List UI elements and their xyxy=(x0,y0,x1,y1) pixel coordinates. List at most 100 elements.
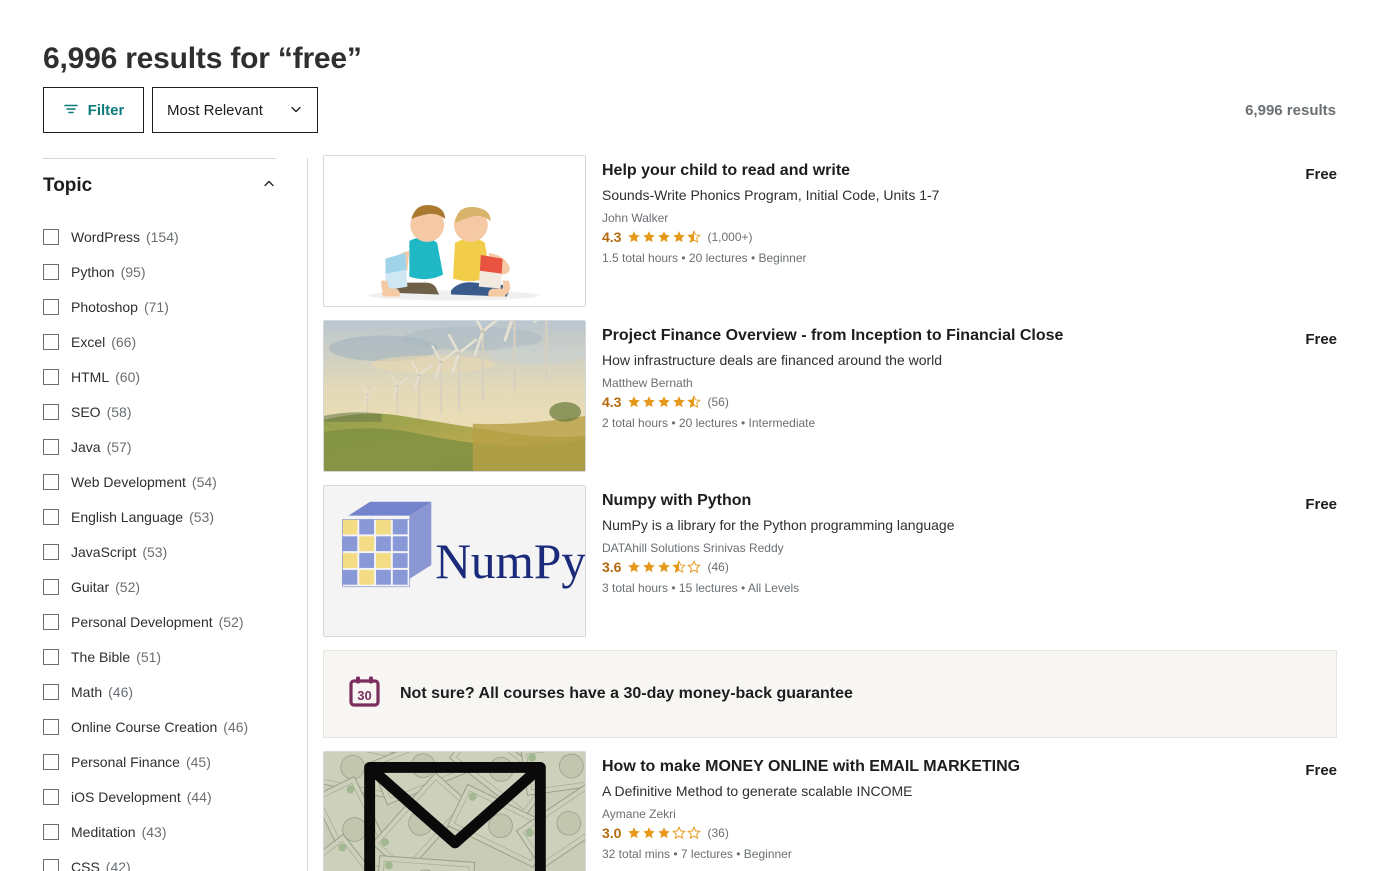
topic-filter-item[interactable]: Python (95) xyxy=(43,254,297,289)
topic-filter-item[interactable]: Personal Finance (45) xyxy=(43,744,297,779)
course-thumbnail[interactable] xyxy=(323,751,586,871)
rating-count: (46) xyxy=(707,560,729,575)
rating-value: 3.6 xyxy=(602,559,622,576)
topic-checkbox[interactable] xyxy=(43,473,59,490)
topic-filter-item[interactable]: CSS (42) xyxy=(43,849,297,871)
topic-checkbox[interactable] xyxy=(43,403,59,420)
topic-checkbox[interactable] xyxy=(43,578,59,595)
rating-count: (1,000+) xyxy=(707,230,753,245)
topic-checkbox[interactable] xyxy=(43,543,59,560)
rating-count: (56) xyxy=(707,395,729,410)
guarantee-text: Not sure? All courses have a 30-day mone… xyxy=(400,685,853,702)
chevron-up-icon[interactable] xyxy=(262,177,276,196)
topic-label: Online Course Creation xyxy=(71,718,218,735)
topic-filter-item[interactable]: SEO (58) xyxy=(43,394,297,429)
topic-filter-item[interactable]: Math (46) xyxy=(43,674,297,709)
course-rating: 3.6 (46) xyxy=(602,559,1337,575)
topic-section-header[interactable]: Topic xyxy=(43,175,276,197)
topic-label: Excel xyxy=(71,333,106,350)
topic-checkbox[interactable] xyxy=(43,753,59,770)
course-price: Free xyxy=(1305,166,1337,183)
course-title[interactable]: Numpy with Python xyxy=(602,491,1337,511)
topic-checkbox[interactable] xyxy=(43,683,59,700)
course-rating: 4.3 (1,000+) xyxy=(602,229,1337,245)
topic-filter-item[interactable]: Guitar (52) xyxy=(43,569,297,604)
topic-filter-item[interactable]: iOS Development (44) xyxy=(43,779,297,814)
topic-label: Web Development xyxy=(71,473,186,490)
course-title[interactable]: How to make MONEY ONLINE with EMAIL MARK… xyxy=(602,757,1337,777)
course-price: Free xyxy=(1305,331,1337,348)
topic-checkbox[interactable] xyxy=(43,298,59,315)
topic-checkbox[interactable] xyxy=(43,823,59,840)
topic-checkbox[interactable] xyxy=(43,368,59,385)
course-price: Free xyxy=(1305,762,1337,779)
topic-count: (60) xyxy=(115,368,141,385)
course-card[interactable]: NumPy Numpy with Python NumPy is a library… xyxy=(323,485,1337,637)
course-subtitle: A Definitive Method to generate scalable… xyxy=(602,783,913,799)
topic-label: HTML xyxy=(71,368,110,385)
course-thumbnail[interactable]: NumPy xyxy=(323,485,586,637)
topic-filter-item[interactable]: Web Development (54) xyxy=(43,464,297,499)
topic-count: (58) xyxy=(106,403,132,420)
topic-checkbox[interactable] xyxy=(43,858,59,871)
topic-checkbox[interactable] xyxy=(43,228,59,245)
topic-filter-item[interactable]: Meditation (43) xyxy=(43,814,297,849)
filter-button[interactable]: Filter xyxy=(43,87,144,133)
topic-count: (57) xyxy=(106,438,132,455)
course-card[interactable]: Help your child to read and write Sounds-… xyxy=(323,155,1337,307)
topic-label: Java xyxy=(71,438,101,455)
topic-checkbox[interactable] xyxy=(43,648,59,665)
chevron-down-icon xyxy=(289,102,303,119)
course-rating: 3.0 (36) xyxy=(602,825,1337,841)
topic-label: WordPress xyxy=(71,228,140,245)
course-title[interactable]: Project Finance Overview - from Inceptio… xyxy=(602,326,1337,346)
topic-checkbox[interactable] xyxy=(43,508,59,525)
topic-filter-item[interactable]: Online Course Creation (46) xyxy=(43,709,297,744)
star-rating-icons xyxy=(627,230,702,244)
star-rating-icons xyxy=(627,560,702,574)
topic-checkbox[interactable] xyxy=(43,263,59,280)
topic-filter-item[interactable]: Personal Development (52) xyxy=(43,604,297,639)
topic-checkbox[interactable] xyxy=(43,438,59,455)
star-rating-icons xyxy=(627,395,702,409)
topic-filter-item[interactable]: English Language (53) xyxy=(43,499,297,534)
results-count: 6,996 results xyxy=(1245,102,1336,119)
topic-label: The Bible xyxy=(71,648,131,665)
topic-filter-item[interactable]: Photoshop (71) xyxy=(43,289,297,324)
topic-count: (44) xyxy=(186,788,212,805)
topic-checkbox[interactable] xyxy=(43,788,59,805)
topic-label: Python xyxy=(71,263,115,280)
topic-filter-item[interactable]: HTML (60) xyxy=(43,359,297,394)
filter-sidebar: Topic WordPress (154) Python (95) Photoshop (… xyxy=(43,158,297,871)
course-thumbnail[interactable] xyxy=(323,320,586,472)
topic-label: CSS xyxy=(71,858,100,871)
topic-checkbox[interactable] xyxy=(43,718,59,735)
filter-controls: Filter Most Relevant xyxy=(43,87,318,133)
course-card[interactable]: How to make MONEY ONLINE with EMAIL MARK… xyxy=(323,751,1337,871)
topic-count: (53) xyxy=(189,508,215,525)
topic-filter-item[interactable]: Excel (66) xyxy=(43,324,297,359)
course-meta: 32 total mins • 7 lectures • Beginner xyxy=(602,847,792,862)
topic-checkbox[interactable] xyxy=(43,333,59,350)
course-title[interactable]: Help your child to read and write xyxy=(602,161,1337,181)
topic-checkbox[interactable] xyxy=(43,613,59,630)
money-back-guarantee-banner: 30 Not sure? All courses have a 30-day mo… xyxy=(323,650,1337,738)
topic-filter-item[interactable]: The Bible (51) xyxy=(43,639,297,674)
rating-value: 3.0 xyxy=(602,825,622,842)
topic-label: SEO xyxy=(71,403,101,420)
course-thumbnail[interactable] xyxy=(323,155,586,307)
course-meta: 3 total hours • 15 lectures • All Levels xyxy=(602,581,800,596)
topic-filter-item[interactable]: Java (57) xyxy=(43,429,297,464)
topic-count: (154) xyxy=(145,228,179,245)
topic-label: Personal Development xyxy=(71,613,213,630)
filter-button-label: Filter xyxy=(87,101,125,119)
sort-dropdown[interactable]: Most Relevant xyxy=(152,87,318,133)
course-card[interactable]: Project Finance Overview - from Inceptio… xyxy=(323,320,1337,472)
topic-filter-item[interactable]: WordPress (154) xyxy=(43,219,297,254)
course-info: Project Finance Overview - from Inceptio… xyxy=(586,320,1337,472)
course-rating: 4.3 (56) xyxy=(602,394,1337,410)
course-info: Help your child to read and write Sounds-… xyxy=(586,155,1337,307)
topic-filter-item[interactable]: JavaScript (53) xyxy=(43,534,297,569)
course-results-list: Help your child to read and write Sounds-… xyxy=(323,155,1337,871)
topic-count: (46) xyxy=(108,683,134,700)
